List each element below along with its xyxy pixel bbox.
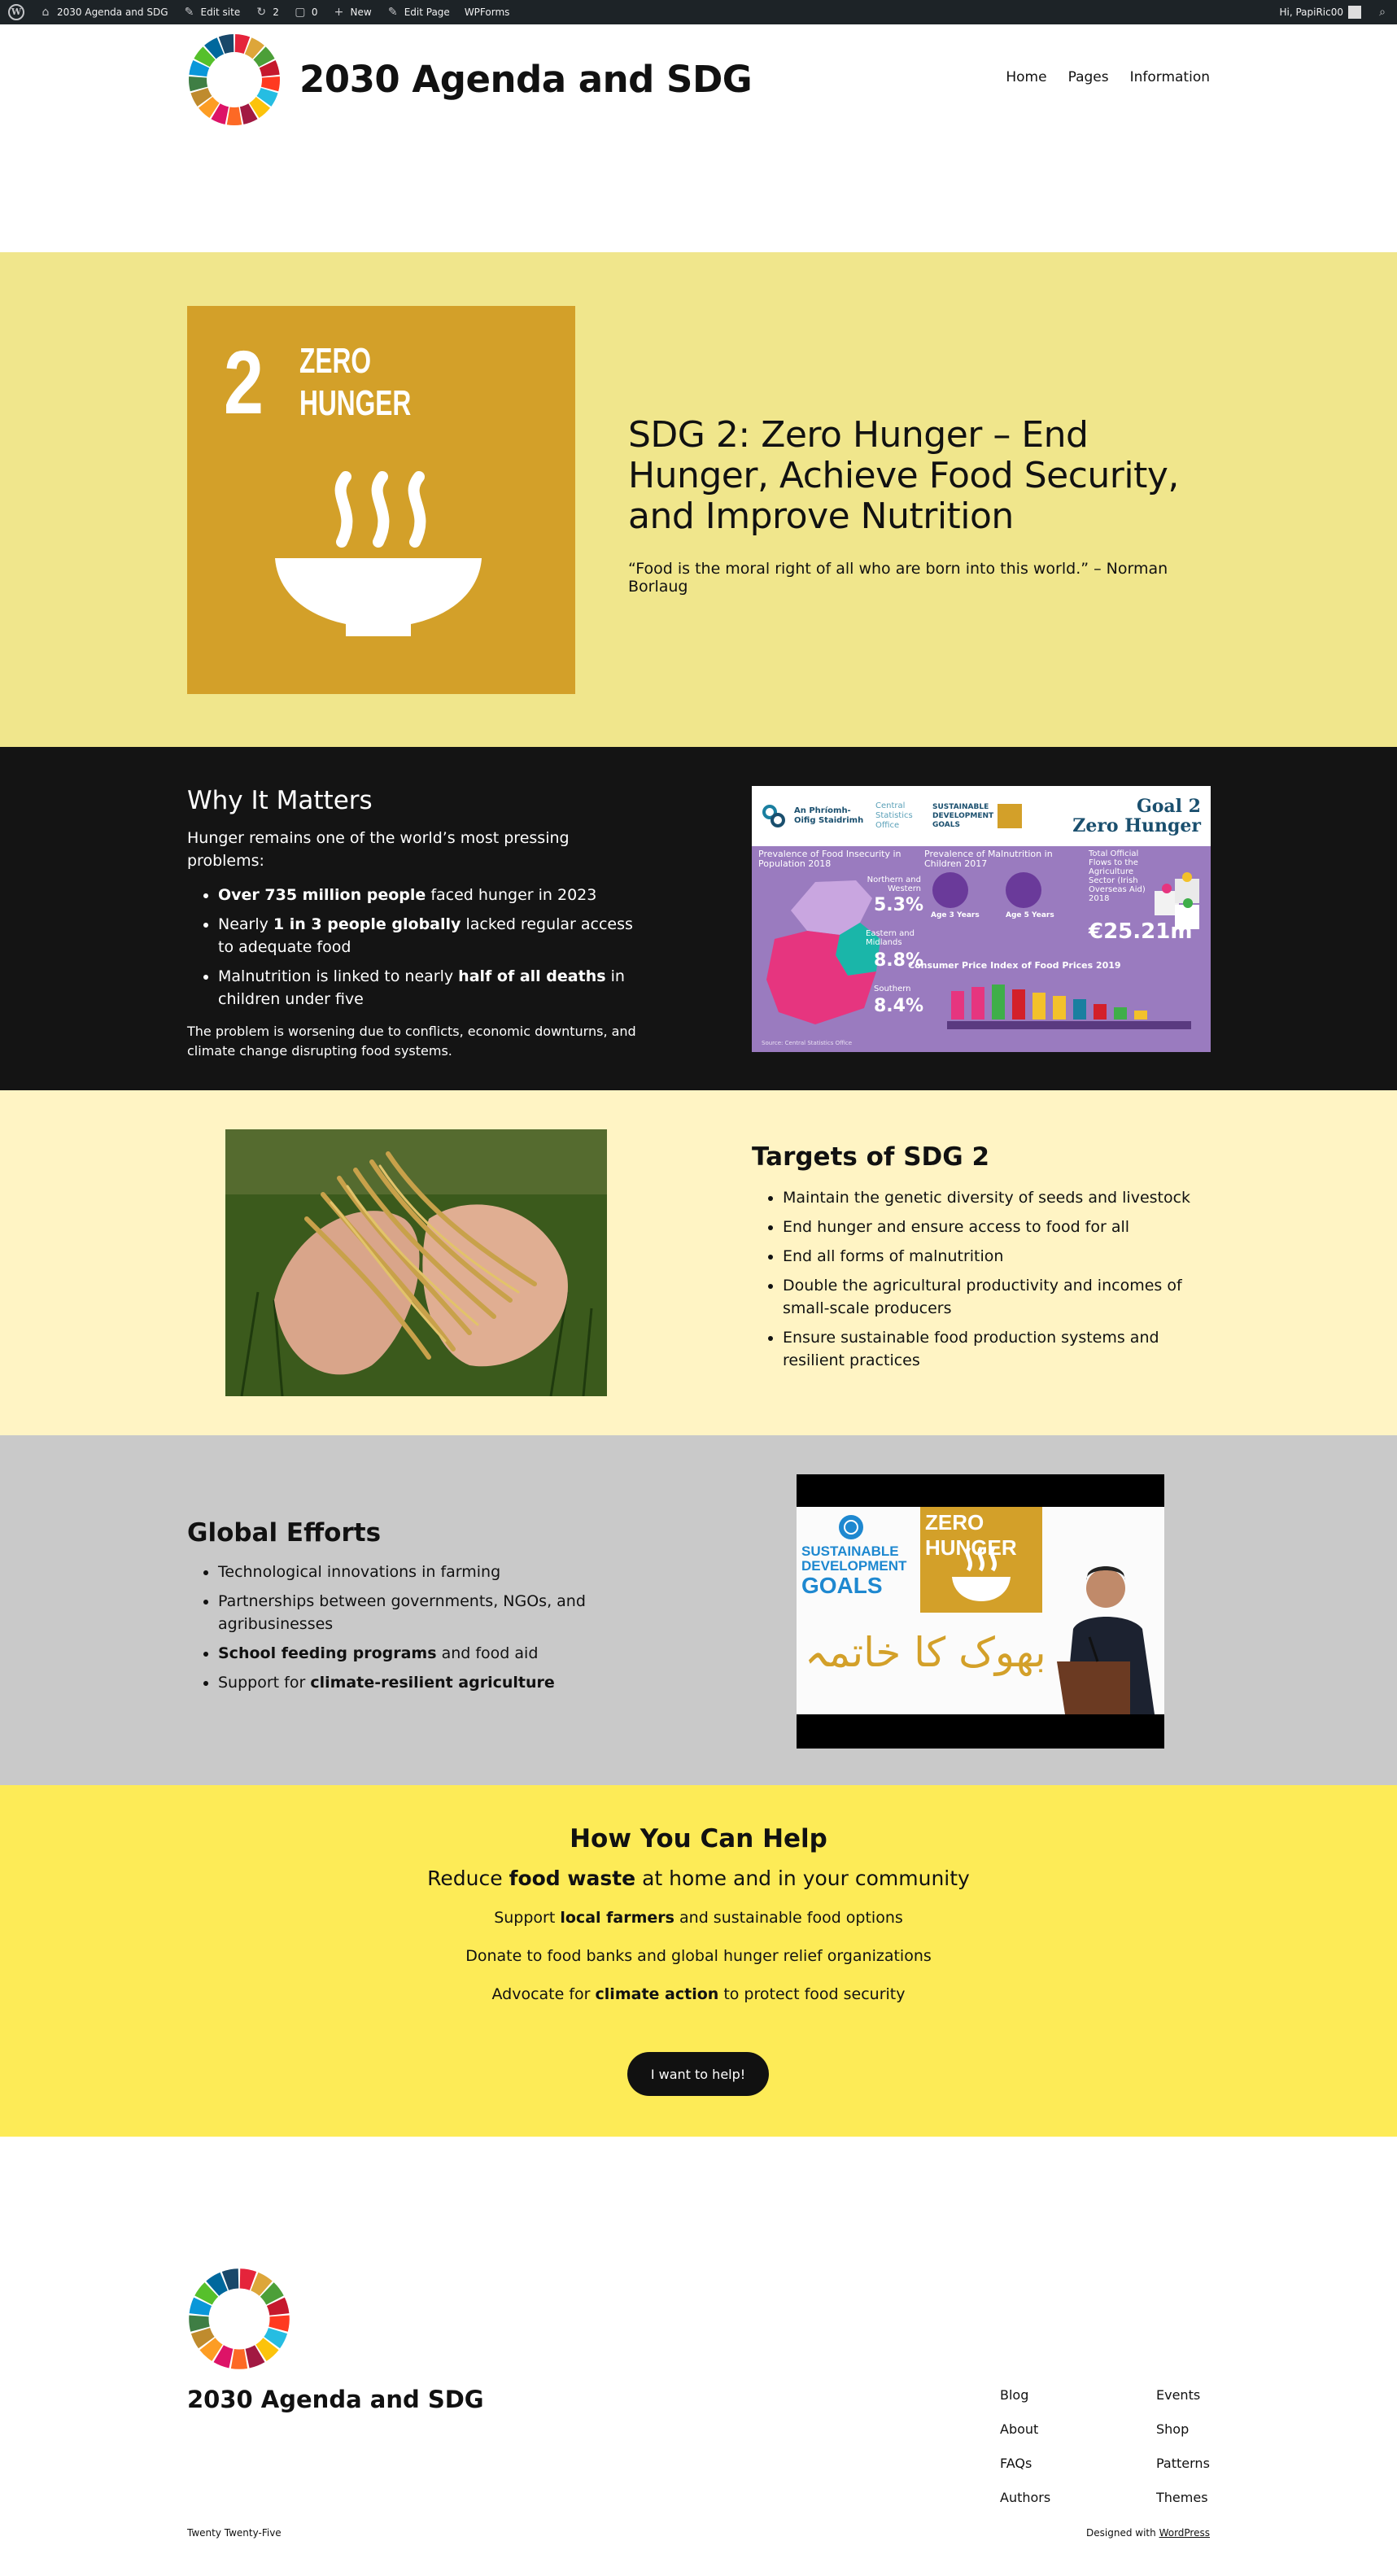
crates-icon [1155,872,1199,929]
speaker-figure [1057,1566,1155,1714]
site-footer: 2030 Agenda and SDG Blog Events About Sh… [0,2137,1397,2553]
help-lead: Reduce food waste at home and in your co… [427,1867,970,1890]
footer-link-faqs[interactable]: FAQs [1000,2453,1156,2473]
list-item: Malnutrition is linked to nearly half of… [218,965,643,1011]
list-item: End all forms of malnutrition [783,1245,1207,1268]
footer-link-about[interactable]: About [1000,2419,1156,2439]
child-icon [932,872,968,908]
plus-icon: + [334,6,344,19]
global-efforts-section: Global Efforts Technological innovations… [0,1435,1397,1785]
tile-label: ZERO HUNGER [299,341,412,423]
help-line: Donate to food banks and global hunger r… [465,1947,932,1965]
sdg-wheel-logo[interactable] [187,2267,291,2371]
help-line: Advocate for climate action to protect f… [491,1985,906,2003]
hero-title: SDG 2: Zero Hunger – End Hunger, Achieve… [628,414,1179,537]
site-title[interactable]: 2030 Agenda and SDG [299,58,753,101]
bowl-icon [275,471,482,636]
list-item: Over 735 million people faced hunger in … [218,884,643,906]
wordpress-link[interactable]: WordPress [1159,2527,1210,2539]
list-item: Support for climate-resilient agricultur… [218,1671,643,1694]
comment-icon: ▢ [295,6,306,19]
footer-site-title[interactable]: 2030 Agenda and SDG [187,2386,484,2413]
sdg-logo-text: SUSTAINABLE DEVELOPMENT GOALS [801,1543,907,1598]
why-section: Why It Matters Hunger remains one of the… [0,747,1397,1090]
why-closing: The problem is worsening due to conflict… [187,1024,636,1059]
dashboard-icon: ⌂ [41,6,50,19]
child-icon [1006,872,1041,908]
footer-credit: Designed with WordPress [1086,2527,1210,2539]
footer-links: Blog Events About Shop FAQs Patterns Aut… [1000,2385,1213,2508]
list-item: End hunger and ensure access to food for… [783,1216,1207,1238]
admin-account[interactable]: Hi, PapiRic00 [1279,6,1361,19]
global-heading: Global Efforts [187,1518,382,1548]
updates-icon: ↻ [256,6,267,19]
un-emblem-icon [839,1515,863,1539]
admin-updates[interactable]: ↻ 2 [255,6,279,19]
why-intro: Hunger remains one of the world’s most p… [187,829,570,870]
sdg2-infographic[interactable]: An Phríomh-Oifig Staidrimh Central Stati… [752,786,1211,1052]
main-nav: Home Pages Information [1006,69,1210,85]
tile-number: 2 [224,333,264,433]
rice-photo [225,1129,607,1396]
search-icon[interactable]: ⌕ [1376,6,1389,19]
list-item: Nearly 1 in 3 people globally lacked reg… [218,913,643,958]
why-heading: Why It Matters [187,786,373,815]
list-item: Ensure sustainable food production syste… [783,1326,1207,1372]
list-item: Partnerships between governments, NGOs, … [218,1590,643,1635]
admin-edit-page[interactable]: ✎ Edit Page [386,6,450,19]
nav-information[interactable]: Information [1130,69,1210,85]
bowl-icon [952,1546,1011,1601]
nav-pages[interactable]: Pages [1068,69,1109,85]
brush-icon: ✎ [184,6,194,19]
targets-list: Maintain the genetic diversity of seeds … [783,1186,1207,1372]
help-heading: How You Can Help [570,1824,827,1853]
hero-quote: “Food is the moral right of all who are … [628,560,1168,596]
admin-site-link[interactable]: ⌂ 2030 Agenda and SDG [39,6,168,19]
list-item: Double the agricultural productivity and… [783,1274,1207,1320]
cpi-bar-chart [947,985,1191,1029]
list-item: School feeding programs and food aid [218,1642,643,1665]
targets-heading: Targets of SDG 2 [752,1142,990,1172]
footer-link-events[interactable]: Events [1156,2385,1213,2405]
footer-link-shop[interactable]: Shop [1156,2419,1213,2439]
sdg2-mini-tile [998,804,1022,828]
footer-link-themes[interactable]: Themes [1156,2487,1213,2508]
sdg-wheel-logo[interactable] [187,33,282,127]
brand: 2030 Agenda and SDG [187,33,753,127]
zero-hunger-tile: ZERO HUNGER [920,1507,1042,1613]
video-thumbnail[interactable]: SUSTAINABLE DEVELOPMENT GOALS ZERO HUNGE… [797,1474,1164,1749]
wordpress-logo-icon[interactable]: W [8,4,24,20]
avatar [1348,6,1361,19]
sdg-wheel-segment [230,2349,248,2369]
help-line: Support local farmers and sustainable fo… [494,1909,903,1927]
why-list: Over 735 million people faced hunger in … [218,884,643,1011]
site-header: 2030 Agenda and SDG Home Pages Informati… [0,24,1397,252]
sdg2-tile: 2 ZERO HUNGER [187,306,575,694]
hero-section: 2 ZERO HUNGER SDG 2: Zero Hunger – End H… [0,252,1397,747]
admin-wpforms[interactable]: WPForms [465,7,510,18]
urdu-caption: بھوک کا خاتمہ [805,1629,1046,1676]
footer-theme-name: Twenty Twenty-Five [187,2527,282,2539]
footer-link-blog[interactable]: Blog [1000,2385,1156,2405]
help-section: How You Can Help Reduce food waste at ho… [0,1785,1397,2137]
admin-new[interactable]: + New [333,6,372,19]
pencil-icon: ✎ [387,6,398,19]
admin-comments[interactable]: ▢ 0 [294,6,317,19]
nav-home[interactable]: Home [1006,69,1046,85]
sdg-wheel-segment [226,107,242,125]
admin-edit-site[interactable]: ✎ Edit site [183,6,241,19]
list-item: Maintain the genetic diversity of seeds … [783,1186,1207,1209]
targets-section: Targets of SDG 2 Maintain the genetic di… [0,1090,1397,1435]
footer-link-authors[interactable]: Authors [1000,2487,1156,2508]
footer-link-patterns[interactable]: Patterns [1156,2453,1213,2473]
list-item: Technological innovations in farming [218,1561,643,1583]
help-button[interactable]: I want to help! [627,2052,769,2096]
global-list: Technological innovations in farming Par… [218,1561,643,1694]
admin-bar: W ⌂ 2030 Agenda and SDG ✎ Edit site ↻ 2 … [0,0,1397,24]
cso-logo-icon [762,805,785,827]
